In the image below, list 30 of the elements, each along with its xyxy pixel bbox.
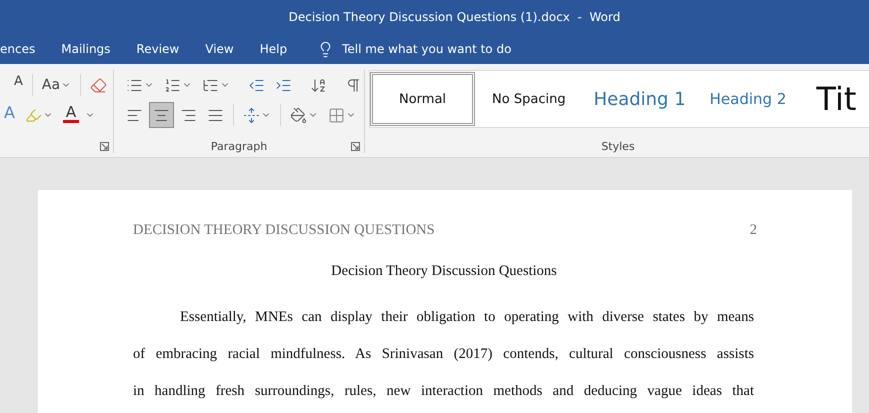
ribbon-tab[interactable]: Mailings	[61, 34, 110, 64]
pilcrow-icon	[345, 76, 362, 94]
numbered-list-icon	[164, 76, 181, 94]
change-case-button[interactable]: Aa	[38, 72, 76, 98]
body-text-line: of embracing racial mindfulness. As Srinivasan (2017) contends, cultural consciousness assists	[133, 345, 754, 364]
running-header: DECISION THEORY DISCUSSION QUESTIONS	[133, 222, 435, 239]
ribbon-tab[interactable]: Help	[260, 34, 288, 64]
font-color-button[interactable]: A	[58, 102, 83, 128]
paint-bucket-icon	[290, 106, 307, 124]
borders-icon	[328, 106, 345, 124]
body-text-line: in handling fresh surroundings, rules, new interaction methods and deducing vague ideas that	[133, 382, 754, 401]
group-label: Styles	[601, 140, 635, 153]
dialog-launcher-icon[interactable]	[351, 142, 360, 151]
sort-icon	[310, 76, 327, 94]
ribbon-tab[interactable]: ences	[0, 34, 36, 64]
document-title: Decision Theory Discussion Questions	[330, 263, 558, 280]
ribbon-tab[interactable]: Review	[136, 34, 180, 64]
group-label: Paragraph	[210, 140, 268, 153]
dialog-launcher-icon[interactable]	[100, 142, 109, 151]
style-option[interactable]: Normal	[370, 72, 476, 126]
line-spacing-icon	[243, 106, 260, 124]
alignment-button[interactable]	[149, 102, 174, 128]
tell-me-field[interactable]: Tell me what you want to do	[342, 42, 542, 56]
highlighter-icon	[24, 106, 42, 124]
ribbon-tab[interactable]: View	[205, 34, 234, 64]
eraser-icon	[90, 76, 108, 94]
shrink-font-button[interactable]: A	[10, 72, 27, 98]
window-title: Decision Theory Discussion Questions (1).docx - Word	[288, 10, 620, 24]
page-number: 2	[750, 222, 757, 239]
body-text-line: Essentially, MNEs can display their obligation to operating with diverse states by means	[179, 308, 754, 327]
